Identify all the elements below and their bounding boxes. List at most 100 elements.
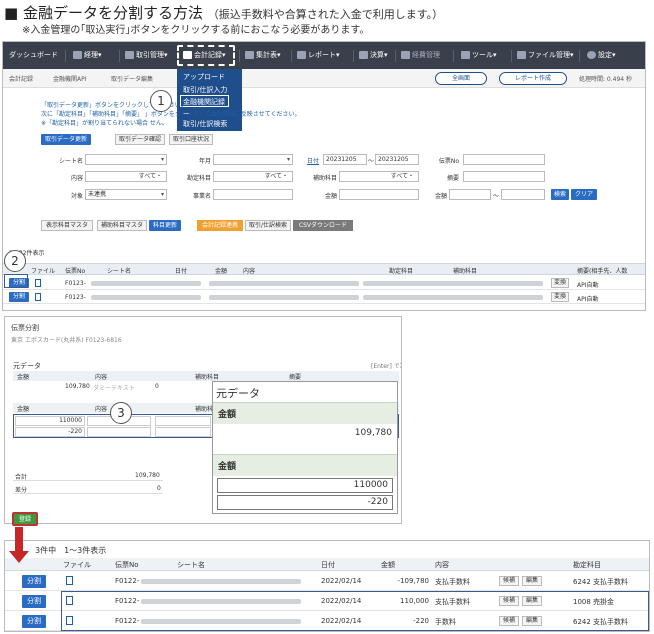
result-summary: 3件中 1～3件表示 — [35, 546, 107, 555]
account-select[interactable]: すべて・ — [213, 171, 293, 182]
split-button[interactable]: 分割 — [22, 575, 46, 588]
subject-update-button[interactable]: 科目更新 — [149, 220, 181, 231]
register-button[interactable]: 登録 — [12, 512, 38, 526]
table-header: ファイル 伝票No シート名 日付 金額 内容 勘定科目 — [5, 558, 649, 571]
search-button[interactable]: 検索 — [551, 189, 569, 200]
document-icon[interactable] — [35, 279, 41, 287]
nav-shukeihyo[interactable]: 集計表▾ — [245, 42, 281, 69]
date-to-input[interactable]: 20231205 — [375, 154, 419, 165]
title-subtitle: （振込手数料や合算された入金で利用します。） — [207, 8, 444, 21]
new-rows-highlight — [61, 591, 649, 631]
report-create-button[interactable]: レポート作成 — [499, 72, 567, 85]
nav-kessan[interactable]: 決算▾ — [359, 42, 388, 69]
nav-files[interactable]: ファイル管理▾ — [517, 42, 574, 69]
date-from-input[interactable]: 20231205 — [323, 154, 367, 165]
menu-entry-input[interactable]: 取引/仕訳入力 — [183, 85, 227, 95]
csv-download-button[interactable]: CSVダウンロード — [293, 220, 353, 231]
convert-button[interactable]: 変換 — [551, 278, 569, 288]
convert-button[interactable]: 変換 — [551, 292, 569, 302]
amount-label: 金額 — [324, 193, 337, 200]
chart-icon — [359, 51, 368, 59]
menu-upload[interactable]: アップロード — [183, 72, 225, 82]
voucher-no-label: 伝票No — [438, 158, 459, 165]
zoom-amount-input-1[interactable]: 110000 — [217, 478, 393, 493]
result-table-panel: 3件中 1～3件表示 ファイル 伝票No シート名 日付 金額 内容 勘定科目 … — [4, 540, 650, 632]
search-entries-button[interactable]: 取引/仕訳検索 — [245, 220, 291, 231]
content-label: 内容 — [70, 175, 83, 182]
amount-range-label: 金額 — [434, 193, 447, 200]
target-select[interactable]: 未連携 — [85, 189, 167, 200]
step-marker-2: 2 — [4, 250, 26, 272]
account-status-button[interactable]: 取引口座状況 — [169, 134, 213, 145]
refresh-icon — [125, 51, 134, 59]
amount-input[interactable] — [339, 189, 419, 200]
business-label: 事業名 — [192, 193, 211, 200]
active-nav-highlight — [177, 45, 235, 66]
page-title: ■ 金融データを分割する方法 （振込手数料や合算された入金で利用します。） — [4, 2, 443, 23]
dialog-title: 伝票分割 — [11, 324, 39, 332]
year-month-label: 年月 — [198, 158, 211, 165]
nav-report[interactable]: レポート▾ — [297, 42, 340, 69]
sheet-name-select[interactable] — [85, 154, 167, 165]
chart-icon — [401, 51, 410, 59]
split-button[interactable]: 分割 — [22, 615, 46, 628]
split-amount-input[interactable]: 110000 — [15, 416, 85, 426]
confirm-transactions-button[interactable]: 取引データ確認 — [115, 134, 165, 145]
split-button[interactable]: 分割 — [9, 292, 29, 302]
table-row[interactable]: 分割 F0123- 変換 API自動 — [3, 291, 645, 304]
edit-button[interactable]: 編集 — [522, 576, 542, 586]
table-row[interactable]: 分割 F0122- 2022/02/14 -109,780 支払手数料 候補 編… — [5, 572, 649, 591]
breadcrumb-item[interactable]: 会計記録 — [9, 74, 33, 83]
document-icon[interactable] — [35, 293, 41, 301]
nav-keiri[interactable]: 経理▾ — [73, 42, 102, 69]
info-line: 次に「勘定科目」「補助科目」「摘要」 」ボタンをクリックして会計記録に反映させて… — [41, 111, 301, 118]
info-line: ※「勘定科目」が割り当てられない場合 せん。 — [41, 120, 168, 127]
monitor-icon — [297, 51, 306, 59]
zoom-original-amount: 109,780 — [354, 428, 392, 438]
processing-time: 処理時間: 0.494 秒 — [579, 76, 633, 83]
clear-button[interactable]: クリア — [571, 189, 597, 200]
display-subject-master-button[interactable]: 表示科目マスタ — [41, 220, 93, 231]
selected-menu-highlight — [180, 95, 229, 107]
ledger-icon — [73, 51, 82, 59]
nav-settings[interactable]: 設定▾ — [587, 42, 616, 69]
summary-label: 摘要 — [446, 175, 459, 182]
total-value: 109,780 — [135, 472, 160, 479]
full-screen-button[interactable]: 全画面 — [435, 72, 487, 85]
split-amount-input[interactable]: -220 — [15, 427, 85, 437]
summary-input[interactable] — [463, 171, 545, 182]
date-link[interactable]: 日付 — [307, 156, 319, 165]
title-text: ■ 金融データを分割する方法 — [4, 4, 203, 22]
nav-tools[interactable]: ツール▾ — [461, 42, 497, 69]
breadcrumb-item[interactable]: 金融機関API — [53, 74, 87, 83]
document-icon[interactable] — [66, 576, 73, 585]
zoom-amount-input-2[interactable]: -220 — [217, 495, 393, 510]
top-navbar: ダッシュボード 経理▾ 取引管理▾ 会計記録▾ 集計表▾ レポート▾ 決算▾ 経… — [3, 42, 645, 69]
wrench-icon — [461, 51, 470, 59]
sheet-name-label: シート名 — [58, 158, 83, 165]
original-amount: 109,780 — [65, 383, 90, 390]
amount-to-input[interactable] — [501, 189, 545, 200]
page-note: ※入金管理の｢取込実行｣ボタンをクリックする前におこなう必要があります。 — [22, 25, 370, 36]
file-icon — [517, 51, 526, 59]
amount-from-input[interactable] — [449, 189, 491, 200]
nav-dashboard[interactable]: ダッシュボード — [9, 42, 58, 69]
nav-keihi[interactable]: 経費管理 — [401, 42, 440, 69]
update-transactions-button[interactable]: 取引データ更新 — [41, 134, 91, 145]
sub-account-master-button[interactable]: 補助科目マスタ — [97, 220, 147, 231]
content-select[interactable]: すべて・ — [85, 171, 167, 182]
candidate-button[interactable]: 候補 — [499, 576, 519, 586]
nav-torihiki[interactable]: 取引管理▾ — [125, 42, 168, 69]
breadcrumb-bar: 会計記録 金融機関API 取引データ編集 全画面 レポート作成 処理時間: 0.… — [3, 69, 645, 88]
voucher-no-input[interactable] — [463, 154, 545, 165]
original-data-zoom: 元データ 金額 109,780 金額 110000 -220 — [212, 381, 398, 514]
menu-entry-search[interactable]: 取引/仕訳検索 — [183, 119, 227, 129]
table-row[interactable]: 分割 F0123- 変換 API自動 — [3, 277, 645, 290]
sub-account-select[interactable]: すべて・ — [339, 171, 419, 182]
year-month-select[interactable] — [213, 154, 293, 165]
split-button[interactable]: 分割 — [22, 595, 46, 608]
zoom-amount-header-2: 金額 — [213, 454, 397, 476]
link-accounting-button[interactable]: 会計記録連携 — [197, 220, 243, 231]
split-highlight — [4, 274, 28, 288]
business-input[interactable] — [213, 189, 293, 200]
